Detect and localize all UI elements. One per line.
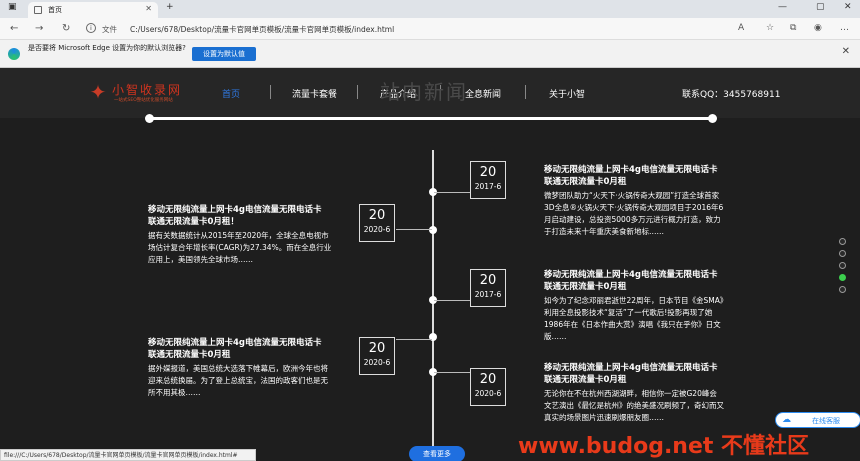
news-summary: 如今为了纪念邓丽君逝世22周年，日本节目《金SMA》利用全息投影技术“复活”了一…	[544, 296, 724, 341]
browser-tab[interactable]: 首页 ✕	[28, 2, 158, 18]
nav-about[interactable]: 关于小智	[549, 87, 585, 100]
close-tab-icon[interactable]: ✕	[145, 4, 152, 13]
nav-divider	[270, 85, 271, 99]
news-title[interactable]: 移动无限纯流量上网卡4g电信流量无限电话卡联通无限流量卡0月租	[544, 164, 724, 188]
tab-title: 首页	[48, 6, 62, 14]
date-box: 20 2020-6	[359, 204, 395, 242]
file-label: 文件	[102, 25, 117, 34]
close-icon[interactable]: ✕	[844, 2, 852, 12]
date-day: 20	[479, 165, 497, 180]
date-month: 2017-6	[474, 290, 502, 299]
tab-actions-icon[interactable]: ▣	[8, 2, 17, 12]
notice-message: 是否要将 Microsoft Edge 设置为你的默认浏览器?	[28, 44, 186, 52]
connector-line	[396, 229, 432, 230]
site-logo[interactable]: ✦ 小智收录网 一站式SEO整站优化服务网站	[86, 78, 206, 108]
edge-logo-icon	[8, 48, 20, 60]
connector-line	[434, 300, 470, 301]
date-day: 20	[368, 341, 386, 356]
news-title[interactable]: 移动无限纯流量上网卡4g电信流量无限电话卡联通无限流量卡0月租	[544, 269, 724, 293]
section-title: 站内新闻	[380, 80, 468, 104]
date-box: 20 2020-6	[359, 337, 395, 375]
watermark: www.budog.net 不懂社区	[518, 434, 810, 459]
nav-home[interactable]: 首页	[222, 87, 240, 100]
connector-line	[434, 372, 470, 373]
url-field[interactable]: i 文件 C:/Users/678/Desktop/流量卡官网单页模板/流量卡官…	[84, 21, 724, 37]
connector-line	[434, 192, 470, 193]
read-aloud-icon[interactable]: A	[738, 23, 744, 33]
profile-icon[interactable]: ◉	[814, 23, 822, 33]
news-summary: 据有关数据统计从2015年至2020年，全球全息电视市场估计复合年增长率(CAG…	[148, 231, 332, 264]
info-icon[interactable]: i	[86, 23, 96, 33]
news-summary: 据外媒报道，美国总统大选落下帷幕后，欧洲今年也将迎来总统换届。为了登上总统宝，法…	[148, 364, 328, 397]
news-title[interactable]: 移动无限纯流量上网卡4g电信流量无限电话卡联通无限流量卡0月租	[148, 337, 328, 361]
nav-divider	[525, 85, 526, 99]
close-notice-icon[interactable]: ✕	[842, 46, 850, 57]
section-nav-dot[interactable]	[839, 250, 846, 257]
view-more-button[interactable]: 查看更多	[409, 446, 465, 461]
news-summary: 微梦团队助力“火天下·火锅传奇大观园”打造全球首家3D全息®火锅火天下·火锅传奇…	[544, 191, 724, 236]
date-month: 2020-6	[363, 225, 391, 234]
page-icon	[34, 6, 42, 14]
contact-qq: 联系QQ：3455768911	[682, 90, 781, 100]
timeline-start-dot	[145, 114, 154, 123]
back-icon[interactable]: ←	[10, 23, 18, 34]
news-summary: 无论你在不在杭州西湖湖畔，相信你一定被G20峰会文艺演出《最忆是杭州》的绝美盛况…	[544, 389, 724, 422]
nav-packages[interactable]: 流量卡套餐	[292, 87, 337, 100]
date-box: 20 2020-6	[470, 368, 506, 406]
date-day: 20	[368, 208, 386, 223]
date-box: 20 2017-6	[470, 269, 506, 307]
status-bar-url: file:///C:/Users/678/Desktop/流量卡官网单页模板/流…	[0, 449, 256, 461]
refresh-icon[interactable]: ↻	[62, 23, 70, 34]
logo-name: 小智收录网	[112, 83, 183, 97]
timeline-dot	[429, 226, 437, 234]
date-month: 2017-6	[474, 182, 502, 191]
timeline-top-bar	[148, 117, 712, 120]
section-nav-dot[interactable]	[839, 262, 846, 269]
date-month: 2020-6	[363, 358, 391, 367]
logo-subtitle: 一站式SEO整站优化服务网站	[114, 98, 173, 103]
timeline-end-dot	[708, 114, 717, 123]
online-service-button[interactable]: ☁ 在线客服	[775, 412, 860, 428]
tab-bar: ▣ 首页 ✕ + — ▢ ✕	[0, 0, 860, 18]
default-browser-notice: 是否要将 Microsoft Edge 设置为你的默认浏览器? 设置为默认值 ✕	[0, 40, 860, 68]
new-tab-button[interactable]: +	[166, 2, 174, 12]
date-day: 20	[479, 372, 497, 387]
maximize-icon[interactable]: ▢	[816, 2, 825, 12]
connector-line	[396, 339, 432, 340]
section-nav-dot[interactable]	[839, 286, 846, 293]
date-month: 2020-6	[474, 389, 502, 398]
section-nav-dot[interactable]	[839, 238, 846, 245]
address-bar: ← → ↻ i 文件 C:/Users/678/Desktop/流量卡官网单页模…	[0, 18, 860, 40]
nav-divider	[357, 85, 358, 99]
set-default-button[interactable]: 设置为默认值	[192, 47, 256, 61]
date-day: 20	[479, 273, 497, 288]
url-text[interactable]: C:/Users/678/Desktop/流量卡官网单页模板/流量卡官网单页模板…	[130, 24, 394, 35]
news-title[interactable]: 移动无限纯流量上网卡4g电信流量无限电话卡联通无限流量卡0月租！	[148, 204, 328, 228]
news-title[interactable]: 移动无限纯流量上网卡4g电信流量无限电话卡联通无限流量卡0月租	[544, 362, 724, 386]
nav-news[interactable]: 全息新闻	[465, 87, 501, 100]
forward-icon[interactable]: →	[35, 23, 43, 34]
website: ✦ 小智收录网 一站式SEO整站优化服务网站 首页 流量卡套餐 产品介绍 全息新…	[0, 68, 860, 461]
section-nav-dot-active[interactable]	[839, 274, 846, 281]
cloud-chat-icon: ☁	[782, 415, 791, 425]
more-icon[interactable]: …	[840, 23, 849, 33]
favorite-icon[interactable]: ☆	[766, 23, 774, 33]
logo-figure-icon: ✦	[89, 80, 107, 104]
timeline-axis	[432, 150, 434, 461]
minimize-icon[interactable]: —	[778, 2, 787, 12]
collections-icon[interactable]: ⧉	[790, 23, 796, 33]
online-service-label: 在线客服	[812, 417, 840, 425]
date-box: 20 2017-6	[470, 161, 506, 199]
